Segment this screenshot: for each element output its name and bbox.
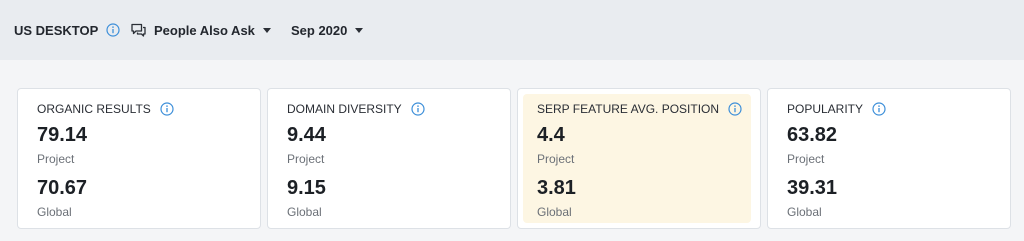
card-title: ORGANIC RESULTS xyxy=(37,102,151,116)
date-dropdown[interactable]: Sep 2020 xyxy=(291,0,364,60)
card-title: POPULARITY xyxy=(787,102,864,116)
global-value: 3.81 xyxy=(537,177,576,199)
metric-card-serp-feature-avg-position: SERP FEATURE AVG. POSITION 4.4 Project 3… xyxy=(517,88,761,229)
global-value: 39.31 xyxy=(787,177,838,199)
metric-card-domain-diversity: DOMAIN DIVERSITY 9.44 Project 9.15 Globa… xyxy=(267,88,511,229)
filter-bar: US DESKTOP People Also Ask Sep 2020 xyxy=(0,0,1024,60)
serp-feature-label: People Also Ask xyxy=(154,22,255,38)
chevron-down-icon xyxy=(262,27,271,33)
metric-card-organic-results: ORGANIC RESULTS 79.14 Project 70.67 Glob… xyxy=(17,88,261,229)
date-label: Sep 2020 xyxy=(291,22,348,38)
global-label: Global xyxy=(537,205,572,219)
info-icon[interactable] xyxy=(728,102,742,116)
chat-bubble-icon xyxy=(131,23,146,37)
global-value: 70.67 xyxy=(37,177,88,199)
global-label: Global xyxy=(787,205,822,219)
card-title: DOMAIN DIVERSITY xyxy=(287,102,402,116)
serp-feature-dropdown[interactable]: People Also Ask xyxy=(130,0,271,60)
card-title: SERP FEATURE AVG. POSITION xyxy=(537,102,720,116)
device-filter: US DESKTOP xyxy=(14,0,120,60)
chevron-down-icon xyxy=(355,27,364,33)
project-label: Project xyxy=(287,152,325,166)
global-value: 9.15 xyxy=(287,177,326,199)
info-icon[interactable] xyxy=(160,102,174,116)
project-value: 79.14 xyxy=(37,124,88,146)
global-label: Global xyxy=(37,205,72,219)
project-value: 63.82 xyxy=(787,124,838,146)
metric-card-popularity: POPULARITY 63.82 Project 39.31 Global xyxy=(767,88,1011,229)
info-icon[interactable] xyxy=(872,102,886,116)
project-value: 9.44 xyxy=(287,124,326,146)
project-value: 4.4 xyxy=(537,124,565,146)
project-label: Project xyxy=(537,152,575,166)
project-label: Project xyxy=(787,152,825,166)
device-label: US DESKTOP xyxy=(14,22,99,38)
info-icon[interactable] xyxy=(106,23,120,37)
project-label: Project xyxy=(37,152,75,166)
info-icon[interactable] xyxy=(411,102,425,116)
global-label: Global xyxy=(287,205,322,219)
